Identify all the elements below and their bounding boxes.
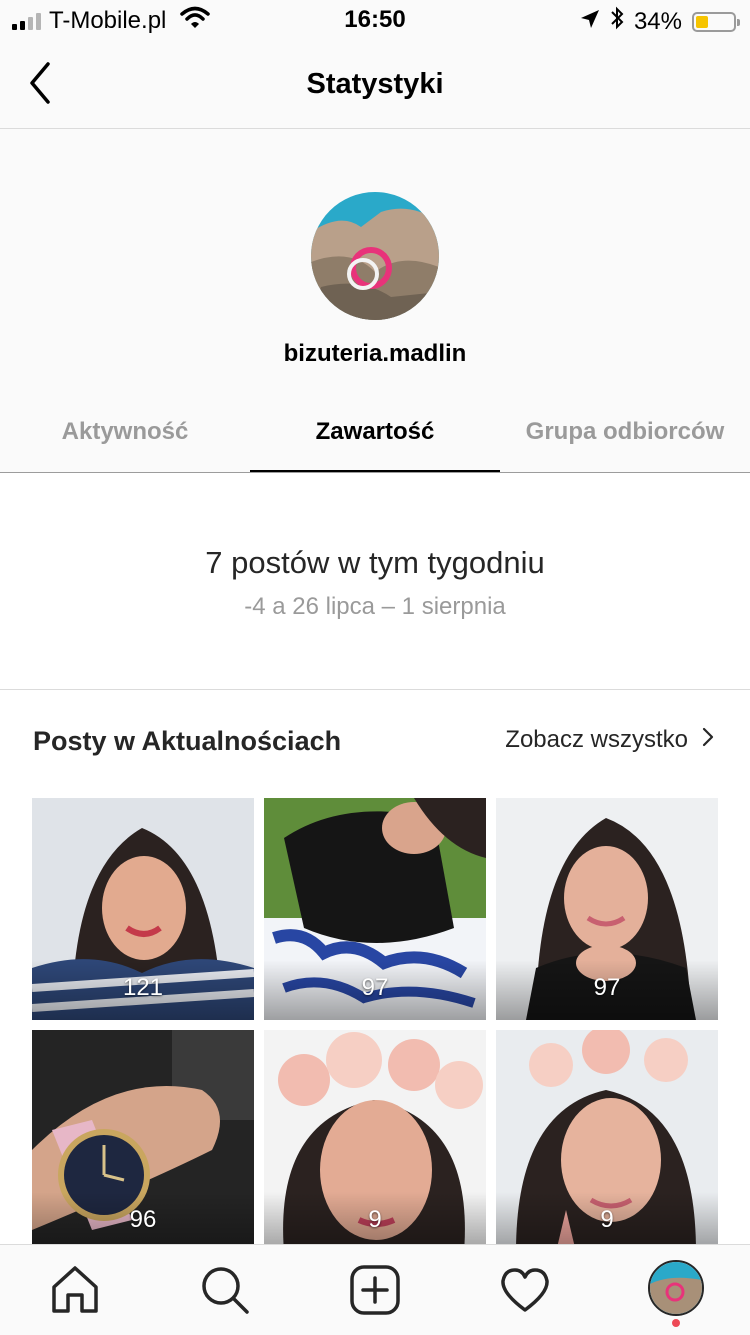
- username: bizuteria.madlin: [283, 340, 467, 367]
- tab-activity[interactable]: Aktywność: [0, 418, 250, 446]
- battery-icon: [692, 11, 740, 32]
- post-thumbnail[interactable]: 9: [264, 1030, 486, 1244]
- status-bar: T-Mobile.pl 16:50 34%: [0, 0, 750, 40]
- search-icon[interactable]: [198, 1263, 252, 1317]
- bottom-tab-bar: [0, 1244, 750, 1335]
- location-arrow-icon: [580, 8, 600, 36]
- weekly-summary: 7 postów w tym tygodniu -4 a 26 lipca – …: [0, 473, 750, 690]
- heart-icon[interactable]: [498, 1263, 552, 1317]
- profile-avatar[interactable]: [648, 1260, 704, 1316]
- post-thumbnail[interactable]: 96: [32, 1030, 254, 1244]
- section-title: Posty w Aktualnościach: [33, 726, 342, 756]
- avatar: [311, 192, 439, 320]
- post-thumbnail[interactable]: 121: [32, 798, 254, 1020]
- bluetooth-icon: [610, 6, 624, 37]
- tab-content[interactable]: Zawartość: [250, 418, 500, 446]
- chevron-right-icon: [702, 726, 714, 754]
- post-thumbnail[interactable]: 97: [496, 798, 718, 1020]
- active-tab-indicator: [250, 470, 500, 472]
- home-icon[interactable]: [48, 1263, 102, 1317]
- nav-bar: Statystyki: [0, 40, 750, 129]
- see-all-label: Zobacz wszystko: [505, 726, 688, 753]
- add-post-icon[interactable]: [348, 1263, 402, 1317]
- tab-audience[interactable]: Grupa odbiorców: [500, 418, 750, 446]
- post-count: 97: [361, 974, 389, 1001]
- posts-this-week: 7 postów w tym tygodniu: [205, 545, 545, 580]
- post-count: 97: [593, 974, 621, 1001]
- battery-percent: 34%: [633, 7, 682, 35]
- post-count: 9: [600, 1206, 614, 1233]
- date-range: -4 a 26 lipca – 1 sierpnia: [244, 593, 506, 620]
- page-title: Statystyki: [306, 68, 444, 100]
- post-thumbnail[interactable]: 9: [496, 1030, 718, 1244]
- feed-posts-section: Posty w Aktualnościach Zobacz wszystko 1…: [0, 690, 750, 1244]
- post-thumbnail[interactable]: 97: [264, 798, 486, 1020]
- notification-dot: [672, 1319, 680, 1327]
- post-count: 96: [129, 1206, 157, 1233]
- post-count: 121: [122, 974, 164, 1001]
- see-all-link[interactable]: Zobacz wszystko: [505, 726, 714, 754]
- post-count: 9: [368, 1206, 382, 1233]
- insights-tabs: Aktywność Zawartość Grupa odbiorców: [0, 400, 750, 473]
